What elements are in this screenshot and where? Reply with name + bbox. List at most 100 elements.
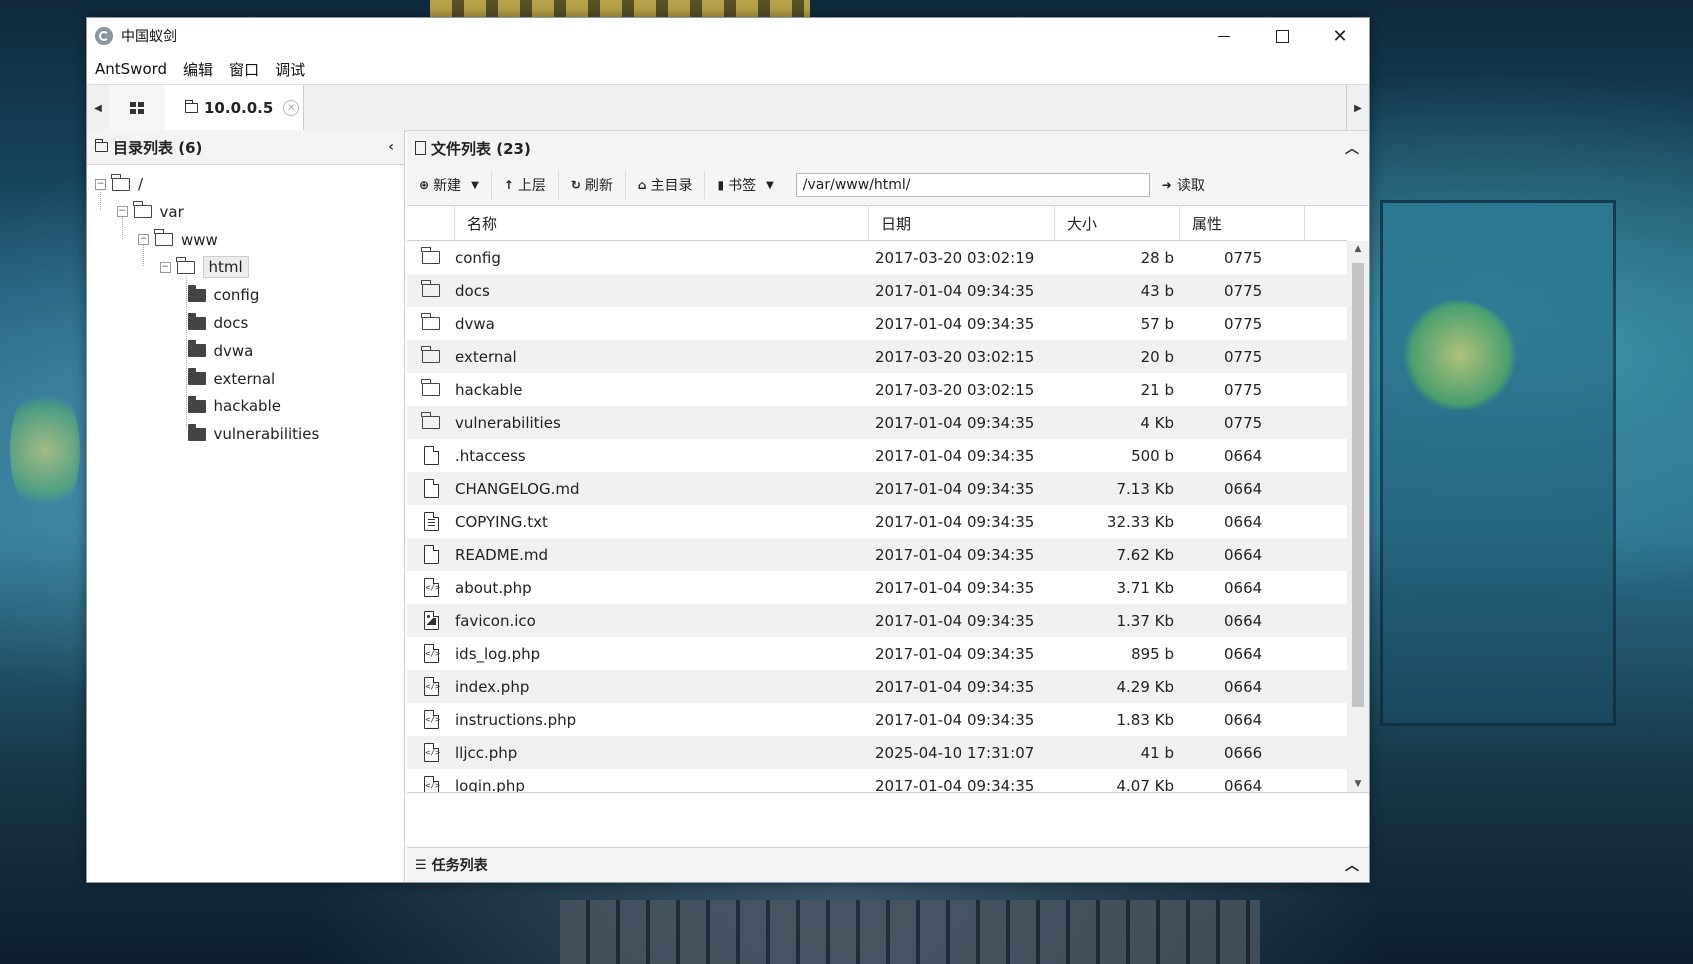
folder-icon (187, 340, 206, 358)
column-header-date[interactable]: 日期 (869, 206, 1055, 240)
folder-open-icon (154, 229, 173, 247)
file-row[interactable]: .htaccess 2017-01-04 09:34:35 500 b 0664 (407, 439, 1347, 472)
scroll-down-icon[interactable]: ▼ (1347, 776, 1369, 792)
folder-icon (421, 280, 440, 297)
file-attr: 0664 (1224, 545, 1263, 564)
file-type-cell (407, 478, 455, 498)
file-row[interactable]: </> index.php 2017-01-04 09:34:35 4.29 Kb 06… (407, 670, 1347, 703)
collapse-toggle-icon[interactable]: − (138, 234, 149, 246)
file-size: 7.62 Kb (1116, 545, 1174, 564)
tree-node-[interactable]: − / (95, 171, 143, 197)
menu-debug[interactable]: 调试 (275, 59, 305, 80)
tree-node-www[interactable]: − www (138, 227, 218, 253)
collapse-left-icon[interactable]: ‹ (388, 139, 394, 155)
file-row[interactable]: vulnerabilities 2017-01-04 09:34:35 4 Kb 07… (407, 406, 1347, 439)
file-attr: 0775 (1224, 413, 1263, 432)
up-button[interactable]: ↑ 上层 (492, 171, 559, 199)
antsword-window: 中国蚁剑 ✕ AntSword 编辑 窗口 调试 ◀ 10.0.0.5 ✕ ▶ … (86, 17, 1370, 883)
menu-window[interactable]: 窗口 (229, 59, 259, 80)
title-bar[interactable]: 中国蚁剑 ✕ (87, 18, 1369, 54)
tree-node-html[interactable]: − html (159, 254, 249, 280)
tree-node-dvwa[interactable]: dvwa (187, 338, 254, 364)
tab-host[interactable]: 10.0.0.5 ✕ (165, 85, 304, 131)
grid-scrollbar[interactable]: ▲ ▼ (1347, 241, 1369, 792)
file-row[interactable]: docs 2017-01-04 09:34:35 43 b 0775 (407, 274, 1347, 307)
folder-icon (421, 313, 440, 330)
file-row[interactable]: README.md 2017-01-04 09:34:35 7.62 Kb 0664 (407, 538, 1347, 571)
scroll-thumb[interactable] (1352, 263, 1364, 707)
file-attr: 0664 (1224, 611, 1263, 630)
tree-node-label: hackable (213, 397, 281, 416)
home-button[interactable]: ⌂ 主目录 (626, 171, 706, 199)
scroll-up-icon[interactable]: ▲ (1347, 241, 1369, 257)
file-row[interactable]: </> login.php 2017-01-04 09:34:35 4.07 Kb 06… (407, 769, 1347, 792)
file-row[interactable]: </> ids_log.php 2017-01-04 09:34:35 895 b 06… (407, 637, 1347, 670)
file-name: vulnerabilities (455, 413, 561, 432)
menu-edit[interactable]: 编辑 (183, 59, 213, 80)
file-type-cell (407, 445, 455, 465)
refresh-button[interactable]: ↻ 刷新 (559, 171, 626, 199)
tree-node-docs[interactable]: docs (187, 310, 248, 336)
collapse-toggle-icon[interactable]: − (95, 178, 106, 190)
file-size: 1.83 Kb (1116, 710, 1174, 729)
tree-node-label: dvwa (213, 341, 254, 360)
column-header-size[interactable]: 大小 (1055, 206, 1180, 240)
file-attr: 0664 (1224, 710, 1263, 729)
file-row[interactable]: </> instructions.php 2017-01-04 09:34:35 1.… (407, 703, 1347, 736)
tree-node-hackable[interactable]: hackable (187, 393, 281, 419)
path-input[interactable] (795, 173, 1150, 197)
tree-node-config[interactable]: config (187, 282, 259, 308)
tree-node-external[interactable]: external (187, 366, 276, 392)
text-file-icon (423, 511, 439, 531)
file-name: README.md (455, 545, 549, 564)
menu-antsword[interactable]: AntSword (95, 60, 167, 78)
tab-home[interactable] (109, 85, 166, 131)
file-row[interactable]: favicon.ico 2017-01-04 09:34:35 1.37 Kb 066… (407, 604, 1347, 637)
tab-host-label: 10.0.0.5 (204, 99, 274, 117)
tree-node-vulnerabilities[interactable]: vulnerabilities (187, 421, 320, 447)
file-date: 2017-01-04 09:34:35 (875, 446, 1035, 465)
file-date: 2017-03-20 03:02:15 (875, 347, 1035, 366)
new-button[interactable]: ⊕ 新建 ▼ (407, 171, 492, 199)
collapse-toggle-icon[interactable]: − (159, 261, 171, 273)
expand-up-icon[interactable]: ︿ (1345, 855, 1359, 875)
close-button[interactable]: ✕ (1311, 18, 1369, 54)
file-date: 2017-01-04 09:34:35 (875, 677, 1035, 696)
file-attr: 0775 (1224, 248, 1263, 267)
task-list-bar[interactable]: ☰ 任务列表 ︿ (407, 847, 1369, 882)
column-header-name[interactable]: 名称 (455, 206, 869, 240)
collapse-up-icon[interactable]: ︿ (1345, 138, 1359, 158)
folder-open-icon (175, 256, 195, 274)
file-row[interactable]: COPYING.txt 2017-01-04 09:34:35 32.33 Kb 06… (407, 505, 1347, 538)
tree-node-var[interactable]: − var (116, 199, 184, 225)
file-size: 4 Kb (1140, 413, 1174, 432)
folder-icon (421, 412, 440, 429)
column-header-attr[interactable]: 属性 (1180, 206, 1305, 240)
file-date: 2017-01-04 09:34:35 (875, 545, 1035, 564)
tree-node-label: external (213, 369, 276, 388)
file-row[interactable]: dvwa 2017-01-04 09:34:35 57 b 0775 (407, 307, 1347, 340)
file-row[interactable]: </> lljcc.php 2025-04-10 17:31:07 41 b 0666 (407, 736, 1347, 769)
file-attr: 0664 (1224, 446, 1263, 465)
tab-scroll-right-button[interactable]: ▶ (1346, 85, 1369, 131)
tab-close-icon[interactable]: ✕ (283, 100, 300, 116)
file-row[interactable]: </> about.php 2017-01-04 09:34:35 3.71 Kb 06… (407, 571, 1347, 604)
maximize-button[interactable] (1253, 18, 1311, 54)
tree-node-label: vulnerabilities (213, 425, 320, 444)
tree-connector (121, 216, 123, 239)
file-row[interactable]: CHANGELOG.md 2017-01-04 09:34:35 7.13 Kb 06… (407, 472, 1347, 505)
file-row[interactable]: hackable 2017-03-20 03:02:15 21 b 0775 (407, 373, 1347, 406)
file-row[interactable]: external 2017-03-20 03:02:15 20 b 0775 (407, 340, 1347, 373)
read-button[interactable]: ➜ 读取 (1162, 175, 1205, 195)
tree-node-label: html (202, 256, 249, 279)
collapse-toggle-icon[interactable]: − (116, 206, 128, 218)
minimize-button[interactable] (1195, 18, 1253, 54)
tab-scroll-left-button[interactable]: ◀ (87, 85, 110, 131)
file-type-cell: </> (407, 742, 455, 762)
bookmark-button[interactable]: ▮ 书签 ▼ (705, 171, 785, 199)
file-icon (423, 478, 439, 498)
file-row[interactable]: config 2017-03-20 03:02:19 28 b 0775 (407, 241, 1347, 274)
tree-node-label: / (138, 175, 144, 193)
up-label: 上层 (517, 178, 546, 194)
file-type-cell: </> (407, 643, 455, 663)
